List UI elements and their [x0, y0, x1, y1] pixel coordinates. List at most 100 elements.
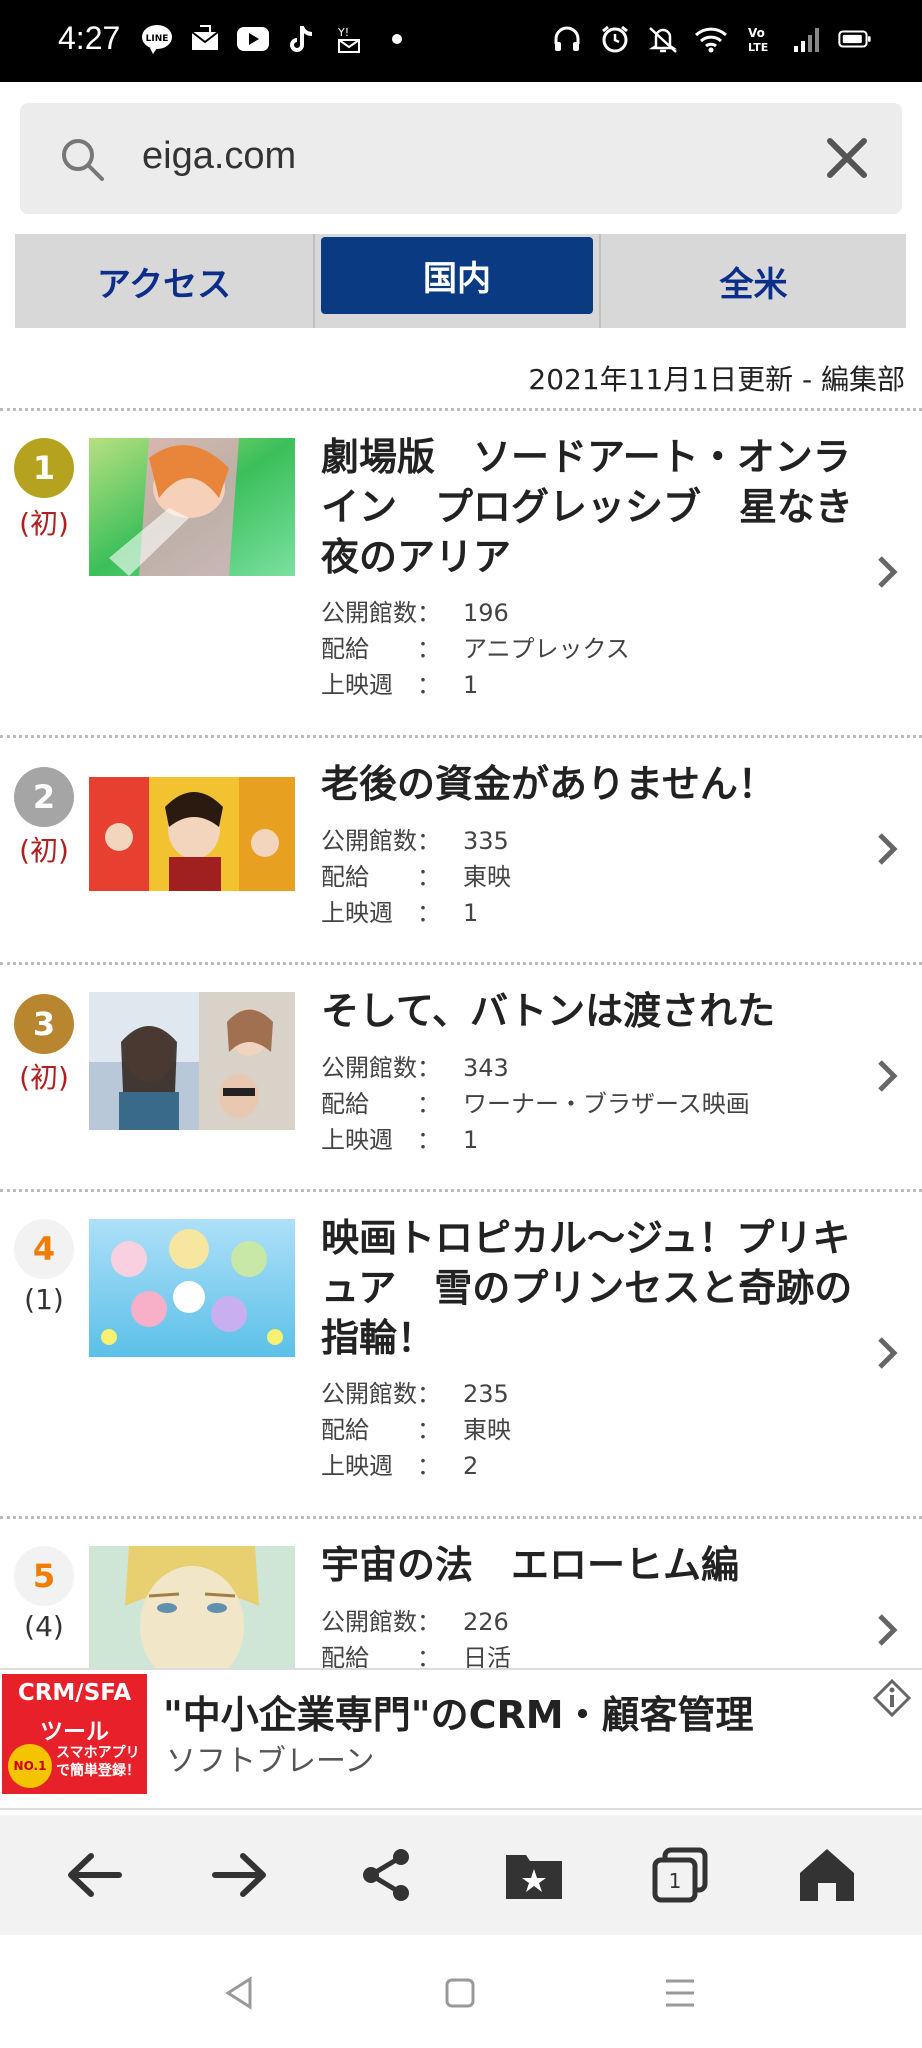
movie-title[interactable]: そして、バトンは渡された [321, 986, 861, 1036]
rank-badge: 5 [14, 1546, 74, 1606]
movie-title[interactable]: 映画トロピカル〜ジュ！プリキュア 雪のプリンセスと奇跡の指輪！ [321, 1213, 861, 1363]
headphones-icon [550, 22, 584, 56]
alarm-icon [598, 22, 632, 56]
ranking-row-4[interactable]: 4 (1) 映画トロピカル〜ジュ！プリキュア 雪のプリンセスと奇跡の指輪！ 公開… [0, 1191, 922, 1516]
meta-label-weeks: 上映週 ： [321, 1126, 441, 1154]
line-icon: LINE [140, 22, 174, 56]
vibrate-off-icon [646, 22, 680, 56]
wifi-icon [694, 22, 728, 56]
updated-text: 2021年11月1日更新 - 編集部 [528, 363, 905, 396]
meta-label-theaters: 公開館数： [321, 1380, 441, 1408]
movie-title[interactable]: 老後の資金がありません！ [321, 759, 861, 809]
meta-theaters: 343 [463, 1054, 509, 1082]
browser-toolbar: 1 [0, 1815, 922, 1935]
meta-weeks: 1 [463, 899, 479, 927]
dot-icon [380, 22, 414, 56]
tab-count: 1 [669, 1869, 682, 1893]
ad-image-badge: NO.1 [8, 1744, 52, 1788]
ad-image-line1: CRM/SFA [17, 1680, 132, 1706]
screen: 4:27 LINE Y! Vo LTE eiga.com アクセス 国内 全米 … [0, 0, 922, 2048]
rank-previous: (初) [19, 834, 69, 867]
chevron-right-icon[interactable] [874, 1333, 902, 1377]
rank-badge: 3 [14, 994, 74, 1054]
battery-icon [838, 22, 872, 56]
ranking-row-5[interactable]: 5 (4) 宇宙の法 エローヒム編 公開館数： 226 配給 ： 日活 [0, 1518, 922, 1668]
rank-previous: (初) [19, 1061, 69, 1094]
movie-thumbnail[interactable] [89, 1219, 295, 1357]
movie-meta: 公開館数： 196 配給 ： アニプレックス 上映週 ： 1 [321, 595, 630, 703]
chevron-right-icon[interactable] [874, 1610, 902, 1654]
search-icon [58, 135, 106, 187]
tabs-icon[interactable]: 1 [648, 1843, 712, 1907]
svg-text:Y!: Y! [337, 26, 349, 39]
tab-us[interactable]: 全米 [599, 234, 906, 328]
movie-thumbnail[interactable] [89, 777, 295, 891]
close-icon[interactable] [822, 133, 872, 187]
status-time: 4:27 [58, 20, 121, 56]
movie-thumbnail[interactable] [89, 438, 295, 576]
nav-home-icon[interactable] [438, 1971, 482, 2015]
ad-title[interactable]: "中小企業専門"のCRM・顧客管理 [163, 1684, 754, 1739]
url-bar[interactable]: eiga.com [20, 103, 902, 214]
movie-meta: 公開館数： 235 配給 ： 東映 上映週 ： 2 [321, 1376, 511, 1484]
share-icon[interactable] [355, 1843, 419, 1907]
meta-theaters: 235 [463, 1380, 509, 1408]
meta-distributor: ワーナー・ブラザース映画 [463, 1090, 750, 1118]
nav-menu-icon[interactable] [658, 1971, 702, 2015]
meta-distributor: アニプレックス [463, 635, 630, 663]
meta-label-theaters: 公開館数： [321, 1054, 441, 1082]
tab-domestic[interactable]: 国内 [321, 237, 593, 314]
ranking-row-3[interactable]: 3 (初) そして、バトンは渡された 公開館数： 343 配給 ： ワーナー・ブラザ… [0, 964, 922, 1189]
ad-banner[interactable]: CRM/SFA ツール NO.1 スマホアプリで簡単登録！ "中小企業専門"のC… [0, 1668, 922, 1810]
ranking-row-2[interactable]: 2 (初) 老後の資金がありません！ 公開館数： 335 配給 ： 東映 上映週 ：… [0, 737, 922, 962]
chevron-right-icon[interactable] [874, 552, 902, 596]
ad-info-icon[interactable] [872, 1678, 912, 1722]
meta-label-distributor: 配給 ： [321, 1090, 441, 1118]
chevron-right-icon[interactable] [874, 1056, 902, 1100]
tab-access[interactable]: アクセス [15, 234, 315, 328]
meta-distributor: 東映 [463, 1416, 511, 1444]
rank-previous: (4) [24, 1610, 64, 1643]
movie-meta: 公開館数： 335 配給 ： 東映 上映週 ： 1 [321, 823, 511, 931]
movie-thumbnail[interactable] [89, 992, 295, 1130]
rank-previous: (1) [24, 1283, 64, 1316]
ad-image-line3: スマホアプリで簡単登録！ [56, 1745, 140, 1779]
meta-weeks: 1 [463, 1126, 479, 1154]
svg-text:LINE: LINE [146, 34, 169, 44]
back-icon[interactable] [62, 1843, 126, 1907]
movie-title[interactable]: 劇場版 ソードアート・オンライン プログレッシブ 星なき夜のアリア [321, 432, 861, 582]
svg-text:LTE: LTE [748, 41, 768, 54]
rank-badge: 2 [14, 767, 74, 827]
home-icon[interactable] [795, 1843, 859, 1907]
movie-title[interactable]: 宇宙の法 エローヒム編 [321, 1540, 861, 1590]
ad-subtitle[interactable]: ソフトブレーン [166, 1736, 375, 1780]
url-text[interactable]: eiga.com [142, 135, 296, 178]
meta-theaters: 335 [463, 827, 509, 855]
ranking-row-1[interactable]: 1 (初) 劇場版 ソードアート・オンライン プログレッシブ 星なき夜のアリア … [0, 410, 922, 735]
chevron-right-icon[interactable] [874, 829, 902, 873]
meta-label-weeks: 上映週 ： [321, 671, 441, 699]
ranking-tabs: アクセス 国内 全米 [15, 234, 906, 328]
system-nav-bar [0, 1935, 922, 2048]
meta-label-distributor: 配給 ： [321, 635, 441, 663]
mail-icon [188, 22, 222, 56]
svg-text:Vo: Vo [748, 26, 765, 40]
meta-distributor: 東映 [463, 863, 511, 891]
status-icons-right: Vo LTE [550, 22, 872, 56]
meta-label-distributor: 配給 ： [321, 1644, 441, 1668]
ad-image-line2: ツール [40, 1719, 109, 1745]
movie-meta: 公開館数： 343 配給 ： ワーナー・ブラザース映画 上映週 ： 1 [321, 1050, 750, 1158]
movie-thumbnail[interactable] [89, 1546, 295, 1668]
meta-label-weeks: 上映週 ： [321, 1452, 441, 1480]
meta-label-distributor: 配給 ： [321, 1416, 441, 1444]
ad-image[interactable]: CRM/SFA ツール NO.1 スマホアプリで簡単登録！ [2, 1674, 147, 1794]
forward-icon[interactable] [208, 1843, 272, 1907]
meta-label-theaters: 公開館数： [321, 827, 441, 855]
volte-icon: Vo LTE [742, 22, 776, 56]
status-icons-left: LINE Y! [140, 22, 414, 56]
tiktok-icon [284, 22, 318, 56]
bookmarks-icon[interactable] [502, 1843, 566, 1907]
rank-badge: 4 [14, 1219, 74, 1279]
nav-back-icon[interactable] [218, 1971, 262, 2015]
meta-distributor: 日活 [463, 1644, 511, 1668]
